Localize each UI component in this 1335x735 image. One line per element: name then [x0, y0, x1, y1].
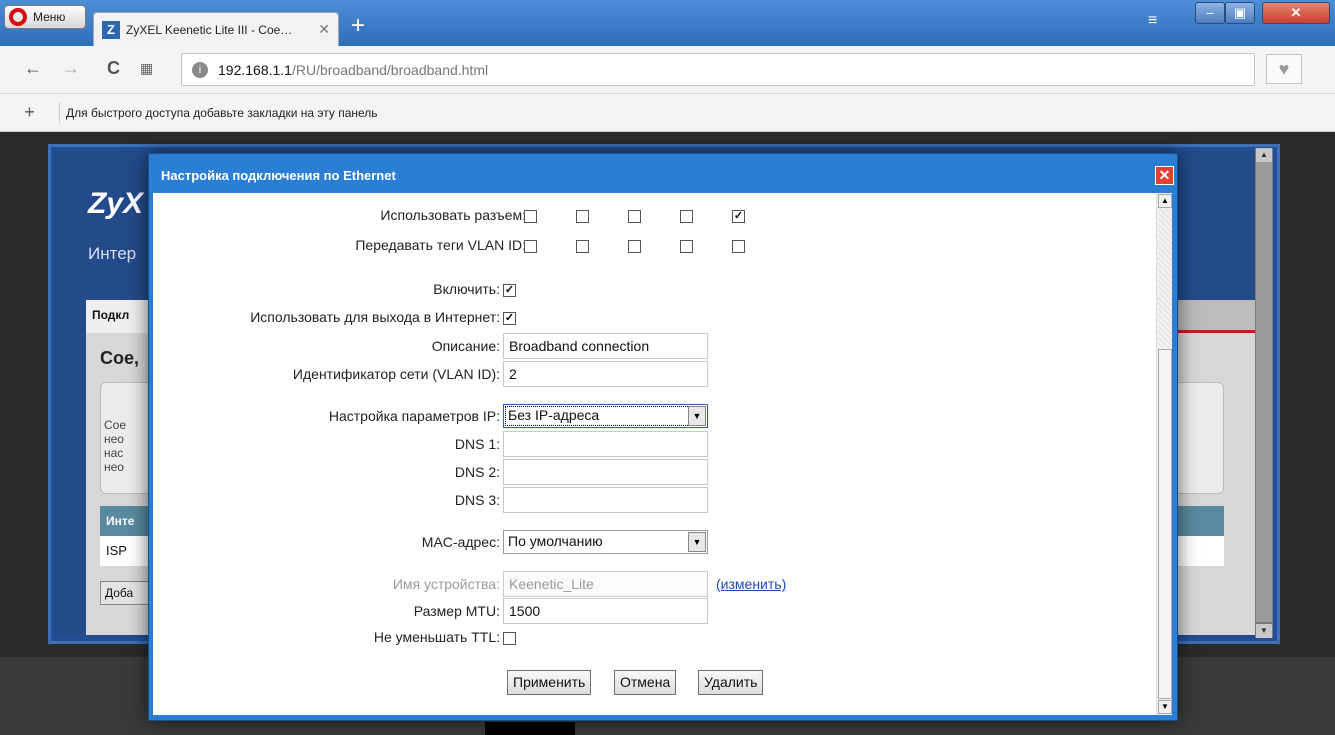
tab-title: ZyXEL Keenetic Lite III - Сое… — [126, 22, 293, 37]
page-scrollbar[interactable]: ▲ ▼ — [1255, 148, 1273, 638]
mac-value: По умолчанию — [508, 533, 603, 549]
mtu-input[interactable]: 1500 — [503, 598, 708, 624]
dns1-input[interactable] — [503, 431, 708, 457]
cancel-button[interactable]: Отмена — [614, 670, 677, 695]
device-name-label: Имя устройства: — [392, 576, 500, 592]
browser-titlebar: Меню Z ZyXEL Keenetic Lite III - Сое… ✕ … — [0, 0, 1335, 46]
mac-select[interactable]: По умолчанию ▼ — [503, 530, 708, 554]
dns2-input[interactable] — [503, 459, 708, 485]
use-port-1-checkbox[interactable] — [524, 210, 537, 223]
change-device-name-link[interactable]: (изменить) — [716, 576, 786, 592]
dialog-title: Настройка подключения по Ethernet — [161, 168, 396, 183]
vlan-tag-label: Передавать теги VLAN ID: — [355, 237, 526, 253]
back-icon[interactable]: ← — [24, 58, 42, 79]
use-port-label: Использовать разъем: — [380, 207, 526, 223]
zyxel-logo: ZyX — [88, 187, 144, 220]
vlan-tag-port-3-checkbox[interactable] — [628, 240, 641, 253]
enable-label: Включить: — [433, 281, 500, 297]
vlan-tag-port-2-checkbox[interactable] — [576, 240, 589, 253]
url-path: /RU/broadband/broadband.html — [291, 61, 489, 78]
reload-icon[interactable]: C — [107, 58, 120, 79]
internet-label: Использовать для выхода в Интернет: — [250, 309, 500, 325]
use-port-5-checkbox[interactable]: ✓ — [732, 210, 745, 223]
router-subtitle: Интер — [88, 244, 137, 263]
close-icon[interactable]: ✕ — [1262, 2, 1330, 24]
chevron-down-icon[interactable]: ▼ — [688, 532, 706, 552]
opera-logo-icon — [9, 8, 27, 26]
minimize-icon[interactable]: – — [1195, 2, 1225, 24]
mtu-label: Размер MTU: — [413, 603, 500, 619]
scroll-up-icon[interactable]: ▲ — [1158, 194, 1172, 208]
ttl-label: Не уменьшать TTL: — [373, 629, 500, 645]
dns1-label: DNS 1: — [454, 436, 500, 452]
section-title: Сое, — [100, 348, 140, 368]
scroll-track[interactable] — [1157, 209, 1172, 349]
bookmarks-hint: Для быстрого доступа добавьте закладки н… — [66, 105, 378, 120]
use-port-4-checkbox[interactable] — [680, 210, 693, 223]
url-host: 192.168.1.1 — [218, 61, 292, 78]
opera-menu-button[interactable]: Меню — [4, 5, 86, 29]
chevron-down-icon[interactable]: ▼ — [688, 406, 706, 426]
scroll-up-icon[interactable]: ▲ — [1256, 148, 1272, 162]
enable-checkbox[interactable]: ✓ — [503, 284, 516, 297]
tab-menu-icon[interactable]: ≡ — [1148, 12, 1166, 30]
maximize-icon[interactable]: ▣ — [1225, 2, 1255, 24]
ip-settings-label: Настройка параметров IP: — [328, 408, 500, 424]
browser-tab[interactable]: Z ZyXEL Keenetic Lite III - Сое… ✕ — [93, 12, 339, 46]
speed-dial-icon[interactable]: ▦ — [140, 60, 156, 76]
add-bookmark-icon[interactable]: + — [0, 102, 60, 123]
vlan-id-input[interactable]: 2 — [503, 361, 708, 387]
dns3-label: DNS 3: — [454, 492, 500, 508]
scroll-down-icon[interactable]: ▼ — [1256, 624, 1272, 638]
vlan-tag-port-1-checkbox[interactable] — [524, 240, 537, 253]
close-icon[interactable]: ✕ — [1155, 166, 1174, 185]
vlan-id-label: Идентификатор сети (VLAN ID): — [292, 366, 500, 382]
ip-settings-select[interactable]: Без IP-адреса ▼ — [503, 404, 708, 428]
opera-menu-label: Меню — [33, 10, 66, 24]
url-input[interactable]: i 192.168.1.1 /RU/broadband/broadband.ht… — [181, 53, 1255, 86]
heart-icon[interactable]: ♥ — [1266, 54, 1302, 84]
use-port-2-checkbox[interactable] — [576, 210, 589, 223]
scroll-down-icon[interactable]: ▼ — [1158, 700, 1172, 714]
vlan-tag-port-4-checkbox[interactable] — [680, 240, 693, 253]
use-port-3-checkbox[interactable] — [628, 210, 641, 223]
bookmarks-bar: + Для быстрого доступа добавьте закладки… — [0, 94, 1335, 132]
new-tab-icon[interactable]: + — [345, 14, 371, 40]
zyxel-favicon-icon: Z — [102, 20, 120, 39]
device-name-input: Keenetic_Lite — [503, 571, 708, 597]
info-text: Сое нео нас нео — [104, 418, 127, 474]
internet-checkbox[interactable]: ✓ — [503, 312, 516, 325]
apply-button[interactable]: Применить — [507, 670, 592, 695]
mac-label: MAC-адрес: — [421, 534, 500, 550]
scroll-thumb[interactable] — [1158, 349, 1172, 699]
dns3-input[interactable] — [503, 487, 708, 513]
address-bar: ← → C ▦ i 192.168.1.1 /RU/broadband/broa… — [0, 46, 1335, 94]
dialog-scrollbar[interactable]: ▲ ▼ — [1156, 193, 1172, 715]
scroll-thumb[interactable] — [1256, 162, 1272, 622]
forward-icon[interactable]: → — [62, 58, 80, 79]
dns2-label: DNS 2: — [454, 464, 500, 480]
description-input[interactable]: Broadband connection — [503, 333, 708, 359]
globe-icon: i — [192, 61, 208, 78]
delete-button[interactable]: Удалить — [698, 670, 764, 695]
close-tab-icon[interactable]: ✕ — [318, 21, 330, 38]
description-label: Описание: — [431, 338, 500, 354]
ethernet-settings-dialog: Настройка подключения по Ethernet ✕ Испо… — [148, 153, 1178, 721]
ip-settings-value: Без IP-адреса — [508, 407, 600, 423]
footer-block — [485, 722, 575, 735]
ttl-checkbox[interactable] — [503, 632, 516, 645]
dialog-body: Использовать разъем: ✓ Передавать теги V… — [153, 193, 1172, 715]
vlan-tag-port-5-checkbox[interactable] — [732, 240, 745, 253]
